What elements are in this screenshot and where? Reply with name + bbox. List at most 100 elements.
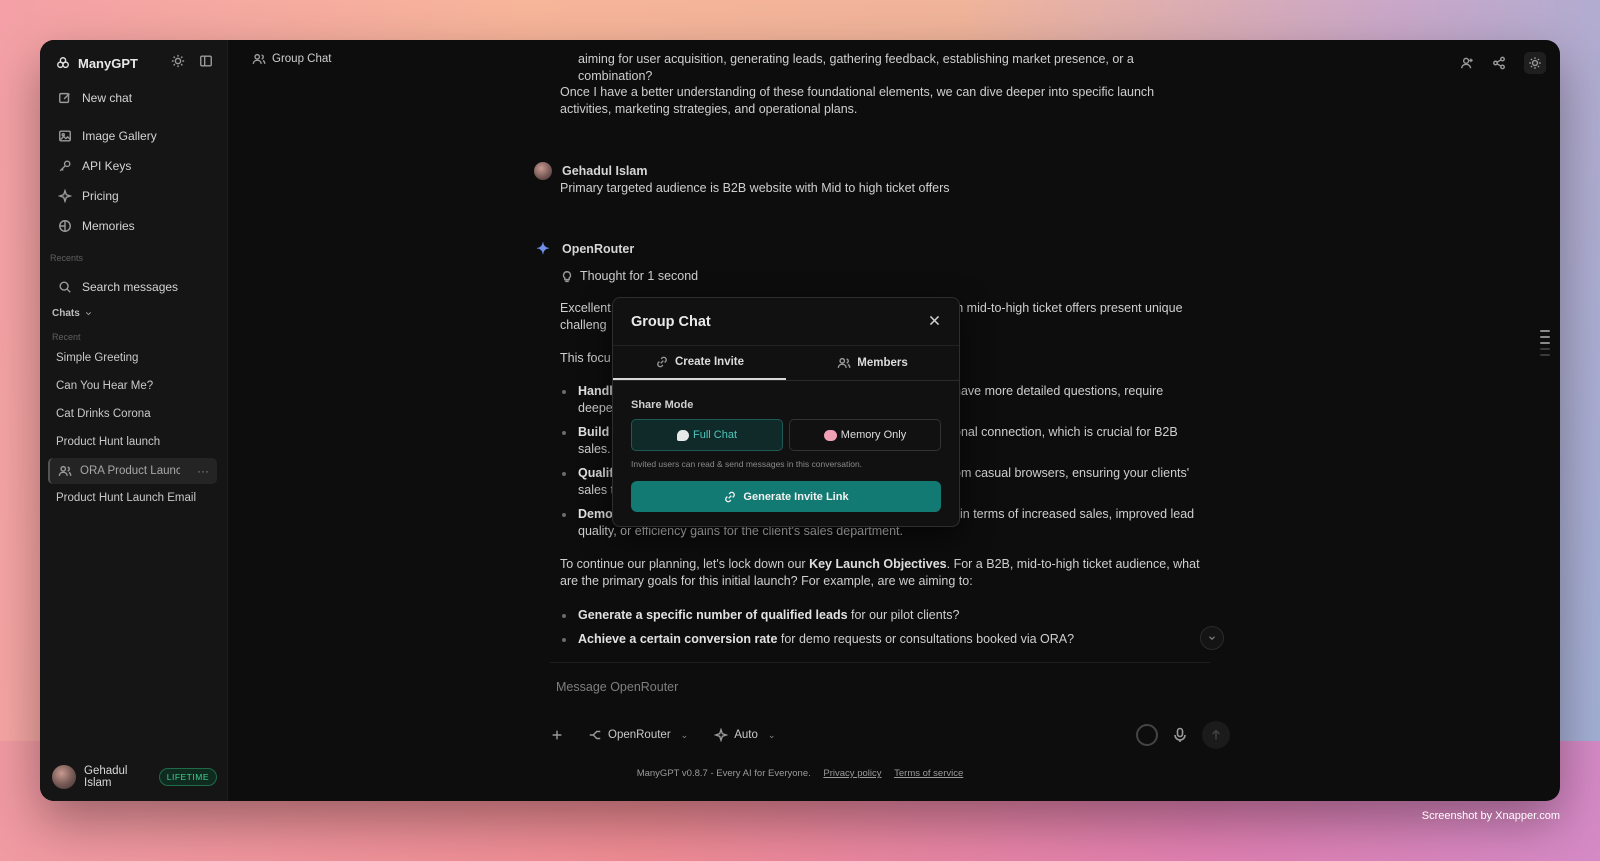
logo-icon <box>56 56 70 70</box>
add-user-icon[interactable] <box>1460 52 1474 74</box>
screenshot-credit: Screenshot by Xnapper.com <box>1421 810 1560 822</box>
tab-create-invite[interactable]: Create Invite <box>613 346 786 380</box>
arrow-up-icon <box>1209 728 1223 742</box>
header-title: Group Chat <box>252 52 331 66</box>
modal-title: Group Chat <box>631 314 711 330</box>
composer-actions <box>1136 721 1230 749</box>
search-messages-button[interactable]: Search messages <box>54 275 217 299</box>
group-icon <box>58 464 72 478</box>
tab-members[interactable]: Members <box>786 346 959 380</box>
sidebar-toggle-icon[interactable] <box>199 54 213 68</box>
message-text: To continue our planning, let's lock dow… <box>560 557 1200 588</box>
chat-item[interactable]: Can You Hear Me? <box>48 374 217 398</box>
chat-item[interactable]: Cat Drinks Corona <box>48 402 217 426</box>
privacy-policy-link[interactable]: Privacy policy <box>823 768 881 779</box>
footer: ManyGPT v0.8.7 - Every AI for Everyone. … <box>636 768 964 779</box>
bullet <box>562 390 566 394</box>
share-mode-description: Invited users can read & send messages i… <box>631 459 863 469</box>
avatar <box>534 162 552 180</box>
search-icon <box>58 280 72 294</box>
message-author: ✦ OpenRouter <box>534 240 634 258</box>
scroll-minimap[interactable] <box>1540 330 1550 356</box>
sidebar-item-api-keys[interactable]: API Keys <box>54 154 217 178</box>
more-options-icon[interactable]: ··· <box>197 464 209 478</box>
message-author: Gehadul Islam <box>534 162 647 180</box>
bullet <box>562 614 566 618</box>
recents-label: Recents <box>50 253 84 263</box>
composer-toolbar: OpenRouter ⌄ Auto ⌄ <box>550 721 1230 749</box>
header-actions <box>1460 52 1546 74</box>
image-icon <box>58 129 72 143</box>
key-icon <box>58 159 72 173</box>
plus-icon[interactable] <box>550 728 564 742</box>
message-text: aiming for user acquisition, generating … <box>578 52 1134 83</box>
list-item: Generate a specific number of qualified … <box>578 608 960 622</box>
message-text: have more detailed questions, require <box>954 384 1164 398</box>
sparkle-icon: ✦ <box>536 240 550 258</box>
mode-selector[interactable]: Auto ⌄ <box>714 728 775 742</box>
close-icon[interactable] <box>928 314 941 327</box>
user-message: Primary targeted audience is B2B website… <box>560 181 950 195</box>
message-text: onal connection, which is crucial for B2… <box>954 425 1178 439</box>
chat-item[interactable]: Product Hunt launch <box>48 430 217 454</box>
chats-section-toggle[interactable]: Chats <box>52 308 93 319</box>
group-icon <box>252 52 266 66</box>
memory-icon <box>58 219 72 233</box>
message-text: om casual browsers, ensuring your client… <box>954 466 1190 480</box>
chevron-down-icon: ⌄ <box>767 729 776 740</box>
message-input[interactable]: Message OpenRouter <box>556 680 678 694</box>
sparkle-icon <box>58 189 72 203</box>
app-window: ManyGPT New chat Image Gallery API Keys … <box>40 40 1560 801</box>
lightbulb-icon <box>560 270 574 284</box>
edit-icon <box>58 91 72 105</box>
loading-spinner-icon <box>1136 724 1158 746</box>
share-mode-label: Share Mode <box>631 399 694 411</box>
theme-toggle-icon[interactable] <box>1524 52 1546 74</box>
composer-divider <box>550 662 1210 663</box>
chat-item[interactable]: Simple Greeting <box>48 346 217 370</box>
chevron-down-icon <box>1209 636 1215 641</box>
brand[interactable]: ManyGPT <box>56 52 138 74</box>
sidebar-item-image-gallery[interactable]: Image Gallery <box>54 124 217 148</box>
recent-label: Recent <box>52 332 81 342</box>
link-icon <box>655 355 669 369</box>
top-fade <box>534 40 1224 52</box>
chat-item-active[interactable]: ORA Product Launch ··· <box>48 458 217 484</box>
list-item: Achieve a certain conversion rate for de… <box>578 632 1075 646</box>
full-chat-button[interactable]: Full Chat <box>631 419 783 451</box>
message-text: in terms of increased sales, improved le… <box>960 507 1195 521</box>
sidebar-toolbar <box>171 54 213 68</box>
chevron-down-icon: ⌄ <box>680 729 689 740</box>
bullet <box>562 472 566 476</box>
share-mode-options: Full Chat Memory Only <box>631 419 941 451</box>
terms-of-service-link[interactable]: Terms of service <box>894 768 963 779</box>
group-chat-modal: Group Chat Create Invite Members Share M… <box>612 297 960 527</box>
sidebar-item-memories[interactable]: Memories <box>54 214 217 238</box>
bullet <box>562 638 566 642</box>
microphone-icon[interactable] <box>1172 727 1188 743</box>
brand-name: ManyGPT <box>78 55 138 71</box>
sparkle-icon <box>714 728 729 742</box>
memory-only-button[interactable]: Memory Only <box>789 419 941 451</box>
group-icon <box>837 356 851 370</box>
message-text: ith mid-to-high ticket offers present un… <box>950 301 1183 315</box>
sidebar-item-pricing[interactable]: Pricing <box>54 184 217 208</box>
share-icon[interactable] <box>1492 52 1506 74</box>
chevron-down-icon <box>84 309 93 318</box>
bullet <box>562 431 566 435</box>
brain-icon <box>823 429 837 441</box>
chat-item[interactable]: Product Hunt Launch Email <box>48 486 217 510</box>
bullet <box>562 513 566 517</box>
model-selector[interactable]: OpenRouter ⌄ <box>588 728 688 742</box>
scroll-down-button[interactable] <box>1200 626 1224 650</box>
sidebar: ManyGPT New chat Image Gallery API Keys … <box>40 40 228 801</box>
message-text: Once I have a better understanding of th… <box>560 85 1155 116</box>
generate-invite-link-button[interactable]: Generate Invite Link <box>631 481 941 512</box>
send-button[interactable] <box>1202 721 1230 749</box>
thought-indicator[interactable]: Thought for 1 second <box>560 268 1200 285</box>
modal-tabs: Create Invite Members <box>613 345 959 381</box>
speech-bubble-icon <box>676 429 689 441</box>
new-chat-button[interactable]: New chat <box>54 86 217 110</box>
sun-icon[interactable] <box>171 54 185 68</box>
link-icon <box>723 490 737 504</box>
